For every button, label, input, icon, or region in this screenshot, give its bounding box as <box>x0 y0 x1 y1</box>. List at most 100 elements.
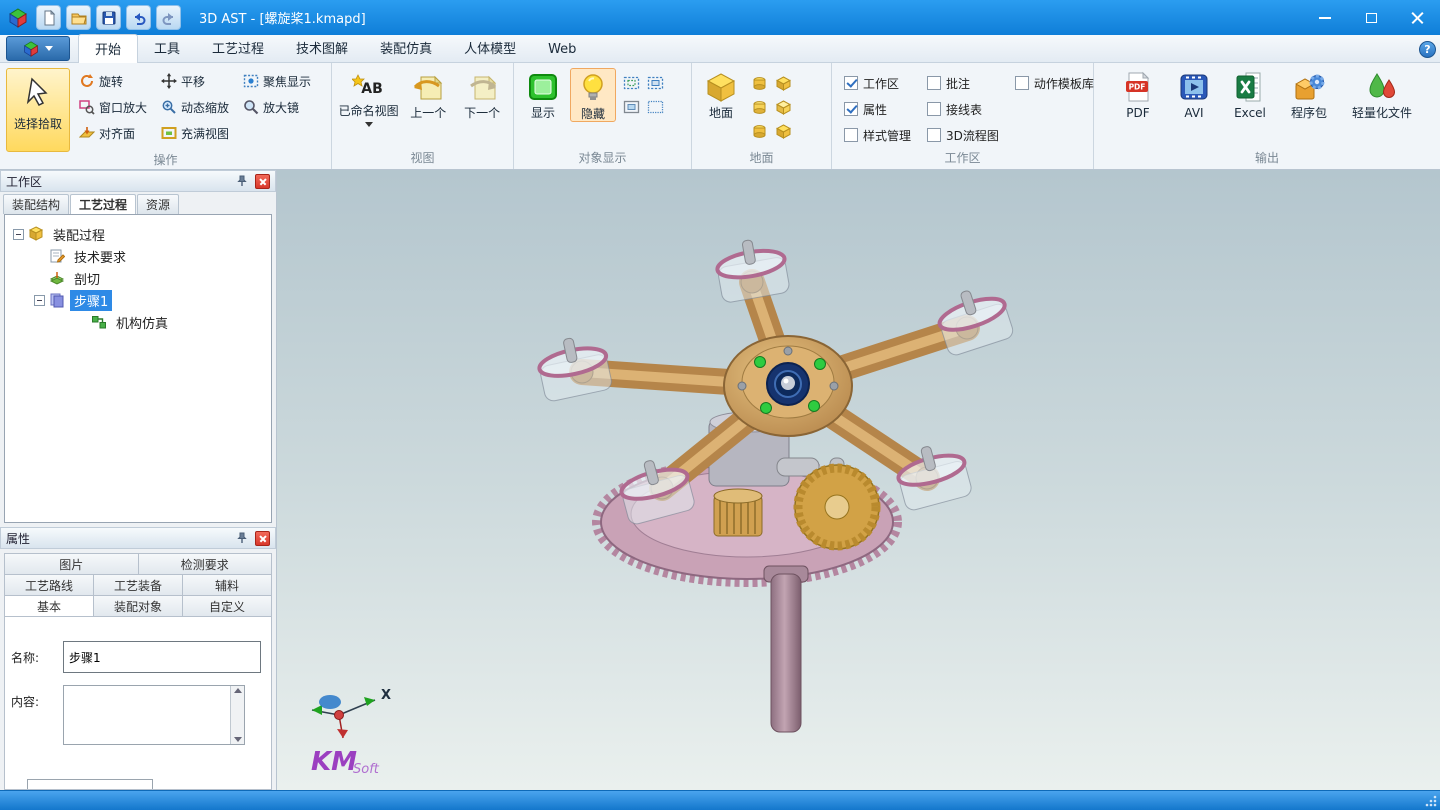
content-textarea[interactable] <box>64 686 229 744</box>
properties-tab-row-2: 工艺路线 工艺装备 辅料 <box>4 574 272 596</box>
checkbox-icon <box>927 76 941 90</box>
small-spur-gear <box>714 489 762 536</box>
scroll-up-icon[interactable] <box>234 688 242 693</box>
checkbox-3d-flowchart[interactable]: 3D流程图 <box>921 122 1005 148</box>
resize-grip[interactable] <box>1424 794 1438 808</box>
tab-custom[interactable]: 自定义 <box>183 595 272 617</box>
collapse-icon[interactable] <box>13 229 24 240</box>
tab-assembly-structure[interactable]: 装配结构 <box>3 194 69 214</box>
display-option-3-button[interactable] <box>620 96 642 118</box>
tab-resources[interactable]: 资源 <box>137 194 179 214</box>
tab-web[interactable]: Web <box>532 38 592 62</box>
next-view-icon <box>465 71 499 103</box>
tab-technical-illustration[interactable]: 技术图解 <box>280 34 364 62</box>
export-lightweight-file-button[interactable]: 轻量化文件 <box>1345 68 1419 120</box>
tree-row-step1[interactable]: 步骤1 <box>7 289 269 311</box>
ground-option-5-button[interactable] <box>748 120 770 142</box>
tree-row-mechanism-simulation[interactable]: 机构仿真 <box>7 311 269 333</box>
maximize-button[interactable] <box>1348 0 1394 35</box>
chevron-down-icon <box>365 122 373 127</box>
tab-assembly-object[interactable]: 装配对象 <box>94 595 183 617</box>
minimize-button[interactable] <box>1302 0 1348 35</box>
workspace-panel-close-button[interactable] <box>255 174 270 189</box>
display-option-2-button[interactable] <box>644 72 666 94</box>
checkbox-annotation[interactable]: 批注 <box>921 70 1005 96</box>
tab-tools[interactable]: 工具 <box>138 34 196 62</box>
collapse-icon[interactable] <box>34 295 45 306</box>
magnifier-button[interactable]: 放大镜 <box>238 94 316 120</box>
tab-basic[interactable]: 基本 <box>4 595 94 617</box>
next-view-button[interactable]: 下一个 <box>457 68 507 120</box>
export-avi-button[interactable]: AVI <box>1171 68 1217 120</box>
checkbox-style-manager[interactable]: 样式管理 <box>838 122 917 148</box>
tab-process-equipment[interactable]: 工艺装备 <box>94 574 183 596</box>
hide-button[interactable]: 隐藏 <box>570 68 616 122</box>
quick-access-toolbar <box>36 5 181 30</box>
properties-panel: 属性 图片 检测要求 工艺路线 工艺装备 辅料 基本 装配对象 自定义 <box>0 527 276 790</box>
tree-row-section-cut[interactable]: 剖切 <box>7 267 269 289</box>
named-views-button[interactable]: AB 已命名视图 <box>338 68 399 127</box>
pan-button[interactable]: 平移 <box>156 68 234 94</box>
scroll-down-icon[interactable] <box>234 737 242 742</box>
ground-option-3-button[interactable] <box>748 96 770 118</box>
display-option-1-button[interactable] <box>620 72 642 94</box>
previous-view-button[interactable]: 上一个 <box>403 68 453 120</box>
name-input[interactable] <box>63 641 261 673</box>
ground-option-1-button[interactable] <box>748 72 770 94</box>
checkbox-wiring-table[interactable]: 接线表 <box>921 96 1005 122</box>
ground-button[interactable]: 地面 <box>698 68 744 120</box>
select-pick-button[interactable]: 选择拾取 <box>6 68 70 152</box>
tab-image[interactable]: 图片 <box>4 553 139 575</box>
tab-process-route[interactable]: 工艺路线 <box>4 574 94 596</box>
align-face-icon <box>79 125 95 141</box>
ribbon: 选择拾取 旋转 窗口放大 对齐面 平移 <box>0 63 1440 170</box>
lightweight-file-icon <box>1366 71 1398 103</box>
chevron-down-icon <box>45 46 53 51</box>
fit-view-button[interactable]: 充满视图 <box>156 120 234 146</box>
help-button[interactable]: ? <box>1419 41 1436 58</box>
rotate-button[interactable]: 旋转 <box>74 68 152 94</box>
align-face-button[interactable]: 对齐面 <box>74 120 152 146</box>
checkbox-properties[interactable]: 属性 <box>838 96 917 122</box>
checkbox-action-template-library[interactable]: 动作模板库 <box>1009 70 1100 96</box>
solid-box-icon <box>623 99 640 115</box>
viewport-3d[interactable]: X KM Soft <box>277 170 1440 790</box>
window-zoom-button[interactable]: 窗口放大 <box>74 94 152 120</box>
fit-view-icon <box>161 125 177 141</box>
export-excel-button[interactable]: Excel <box>1227 68 1273 120</box>
tab-human-model[interactable]: 人体模型 <box>448 34 532 62</box>
content-scrollbar[interactable] <box>230 686 244 744</box>
tree-row-technical-requirements[interactable]: 技术要求 <box>7 245 269 267</box>
redo-button[interactable] <box>156 5 181 30</box>
dynamic-zoom-button[interactable]: 动态缩放 <box>156 94 234 120</box>
svg-text:PDF: PDF <box>1129 83 1146 92</box>
export-package-button[interactable]: 程序包 <box>1283 68 1335 120</box>
tab-process[interactable]: 工艺过程 <box>196 34 280 62</box>
tab-inspection-requirements[interactable]: 检测要求 <box>139 553 273 575</box>
tab-start[interactable]: 开始 <box>78 34 138 63</box>
checkbox-icon <box>844 102 858 116</box>
ground-option-4-button[interactable] <box>772 96 794 118</box>
tab-assembly-simulation[interactable]: 装配仿真 <box>364 34 448 62</box>
undo-button[interactable] <box>126 5 151 30</box>
focus-display-button[interactable]: 聚焦显示 <box>238 68 316 94</box>
properties-panel-close-button[interactable] <box>255 531 270 546</box>
display-option-4-button[interactable] <box>644 96 666 118</box>
pin-icon[interactable] <box>234 530 250 546</box>
checkbox-workspace[interactable]: 工作区 <box>838 70 917 96</box>
app-menu-button[interactable] <box>6 36 70 61</box>
ground-option-6-button[interactable] <box>772 120 794 142</box>
ground-option-2-button[interactable] <box>772 72 794 94</box>
export-pdf-button[interactable]: PDF PDF <box>1115 68 1161 120</box>
save-button[interactable] <box>96 5 121 30</box>
new-file-button[interactable] <box>36 5 61 30</box>
show-button[interactable]: 显示 <box>520 68 566 120</box>
tab-auxiliary-materials[interactable]: 辅料 <box>183 574 272 596</box>
minimize-icon <box>1319 17 1331 19</box>
pin-icon[interactable] <box>234 173 250 189</box>
tab-process-tree[interactable]: 工艺过程 <box>70 194 136 214</box>
cube-icon <box>28 226 45 242</box>
tree-row-assembly-process[interactable]: 装配过程 <box>7 223 269 245</box>
close-button[interactable] <box>1394 0 1440 35</box>
open-file-button[interactable] <box>66 5 91 30</box>
